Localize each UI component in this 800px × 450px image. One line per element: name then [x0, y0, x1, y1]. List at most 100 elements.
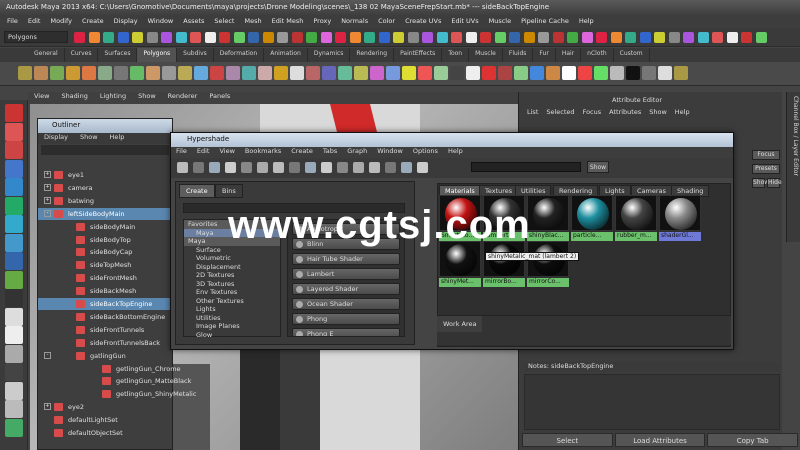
status-tool-icon[interactable] — [712, 32, 723, 43]
shelf-tab-general[interactable]: General — [28, 48, 65, 62]
expand-toggle-icon[interactable]: - — [44, 351, 51, 359]
material-swatch[interactable] — [527, 195, 569, 231]
hypershade-tool-icon[interactable] — [177, 162, 188, 173]
shelf-tab-fur[interactable]: Fur — [533, 48, 556, 62]
status-tool-icon[interactable] — [494, 32, 506, 43]
outliner-item[interactable]: - gatlingGun — [38, 350, 172, 362]
status-tool-icon[interactable] — [552, 32, 564, 43]
outliner-item[interactable]: sideBackMesh — [38, 285, 172, 297]
toolbox-tool-icon[interactable] — [5, 252, 23, 270]
shelf-tool-icon[interactable] — [66, 66, 80, 80]
hypershade-tool-icon[interactable] — [273, 162, 284, 173]
hypershade-tool-icon[interactable] — [401, 162, 412, 173]
menu-proxy[interactable]: Proxy — [308, 16, 336, 28]
menu-file[interactable]: File — [2, 16, 23, 28]
notes-textarea[interactable] — [524, 374, 780, 430]
shelf-tab-animation[interactable]: Animation — [264, 48, 308, 62]
outliner-item[interactable]: + eye2 — [38, 401, 172, 413]
node-category-item[interactable]: Glow — [184, 331, 280, 340]
shelf-tool-icon[interactable] — [242, 66, 256, 80]
outliner-item[interactable]: + batwing — [38, 195, 172, 207]
outliner-item[interactable]: + eye1 — [38, 169, 172, 181]
shelf-tool-icon[interactable] — [610, 66, 624, 80]
hide-button[interactable]: Hide — [767, 178, 782, 188]
outliner-item[interactable]: sideTopMesh — [38, 259, 172, 271]
menu-edit[interactable]: Edit — [23, 16, 46, 28]
outliner-item[interactable]: sideBackTopEngine — [38, 298, 172, 310]
hypershade-menu-view[interactable]: View — [214, 147, 239, 155]
create-node-button[interactable]: Ocean Shader — [292, 298, 400, 310]
status-tool-icon[interactable] — [538, 32, 549, 43]
status-tool-icon[interactable] — [407, 32, 419, 43]
attr-menu-focus[interactable]: Focus — [579, 108, 606, 116]
work-area[interactable]: Work Area — [437, 315, 731, 345]
shelf-tool-icon[interactable] — [18, 66, 32, 80]
shelf-tool-icon[interactable] — [210, 66, 224, 80]
shelf-tool-icon[interactable] — [642, 66, 656, 80]
toolbox-tool-icon[interactable] — [5, 141, 23, 159]
toolbox-tool-icon[interactable] — [5, 233, 23, 252]
status-tool-icon[interactable] — [639, 32, 651, 43]
outliner-item[interactable]: sideBodyTop — [38, 234, 172, 246]
toolbox-tool-icon[interactable] — [5, 289, 23, 307]
shelf-tool-icon[interactable] — [114, 66, 128, 80]
hypershade-tool-icon[interactable] — [353, 162, 364, 173]
outliner-item[interactable]: defaultObjectSet — [38, 427, 172, 439]
shelf-tool-icon[interactable] — [178, 66, 192, 80]
status-tool-icon[interactable] — [523, 32, 535, 43]
shelf-tool-icon[interactable] — [402, 66, 416, 80]
status-tool-icon[interactable] — [567, 32, 578, 43]
node-category-item[interactable]: Displacement — [184, 263, 280, 272]
shelf-tool-icon[interactable] — [322, 66, 336, 80]
status-tool-icon[interactable] — [683, 32, 694, 43]
shelf-tool-icon[interactable] — [386, 66, 400, 80]
shelf-tool-icon[interactable] — [370, 66, 384, 80]
status-tool-icon[interactable] — [248, 32, 259, 43]
outliner-item[interactable]: + camera — [38, 182, 172, 194]
outliner-item[interactable]: - leftSideBodyMain — [38, 207, 172, 220]
shelf-tool-icon[interactable] — [274, 66, 288, 80]
status-tool-icon[interactable] — [596, 32, 607, 43]
status-tool-icon[interactable] — [103, 32, 114, 43]
attr-menu-list[interactable]: List — [523, 108, 542, 116]
status-tool-icon[interactable] — [654, 32, 665, 43]
shelf-tool-icon[interactable] — [658, 66, 672, 80]
shelf-tool-icon[interactable] — [594, 66, 608, 80]
toolbox-tool-icon[interactable] — [5, 381, 23, 400]
menu-modify[interactable]: Modify — [45, 16, 77, 28]
menu-create[interactable]: Create — [77, 16, 109, 28]
outliner-item[interactable]: sideBodyCap — [38, 246, 172, 258]
menu-color[interactable]: Color — [373, 16, 400, 28]
status-tool-icon[interactable] — [581, 32, 593, 43]
outliner-item[interactable]: sideFrontMesh — [38, 272, 172, 284]
toolbox-tool-icon[interactable] — [5, 215, 23, 233]
shelf-tool-icon[interactable] — [562, 66, 576, 80]
channel-box-side-tab[interactable]: Channel Box / Layer Editor — [786, 92, 800, 242]
menu-window[interactable]: Window — [143, 16, 179, 28]
toolbox-tool-icon[interactable] — [5, 270, 23, 289]
shelf-tab-subdivs[interactable]: Subdivs — [177, 48, 214, 62]
hypershade-tool-icon[interactable] — [305, 162, 316, 173]
hypershade-tool-icon[interactable] — [417, 162, 428, 173]
expand-toggle-icon[interactable]: + — [44, 171, 51, 178]
expand-toggle-icon[interactable]: + — [44, 403, 51, 411]
outliner-item[interactable]: sideBodyMain — [38, 221, 172, 233]
shelf-tool-icon[interactable] — [418, 66, 432, 80]
create-node-button[interactable]: Lambert — [292, 268, 400, 280]
toolbox-tool-icon[interactable] — [5, 122, 23, 141]
outliner-item[interactable]: defaultLightSet — [38, 414, 172, 426]
shelf-tool-icon[interactable] — [450, 66, 464, 80]
shelf-tool-icon[interactable] — [82, 66, 96, 80]
hypershade-tool-icon[interactable] — [209, 162, 220, 173]
expand-toggle-icon[interactable]: - — [44, 209, 51, 217]
toolbox-tool-icon[interactable] — [5, 104, 23, 122]
toolbox-tool-icon[interactable] — [5, 307, 23, 326]
toolbox-tool-icon[interactable] — [5, 159, 23, 178]
node-category-item[interactable]: Image Planes — [184, 322, 280, 331]
status-tool-icon[interactable] — [755, 32, 767, 43]
show-button[interactable]: Show — [752, 178, 769, 188]
outliner-item[interactable]: getlingGun_ShinyMetalic — [38, 388, 196, 400]
tab-work-area[interactable]: Work Area — [437, 316, 483, 332]
copy-tab-button[interactable]: Copy Tab — [707, 433, 799, 447]
shelf-tab-dynamics[interactable]: Dynamics — [308, 48, 351, 62]
